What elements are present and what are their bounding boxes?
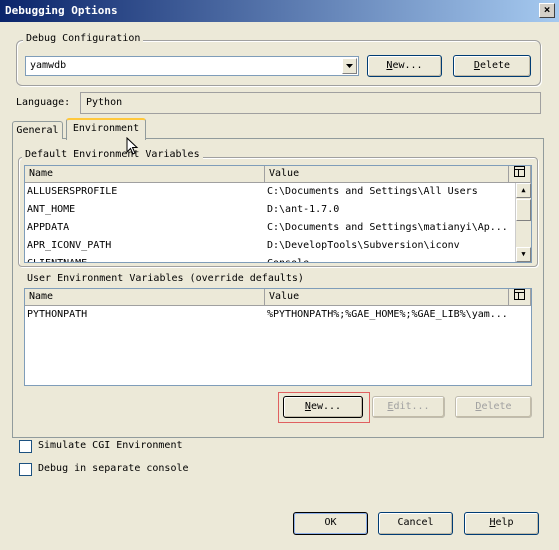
debug-configuration-legend: Debug Configuration <box>23 32 144 46</box>
edit-variable-button[interactable]: Edit... <box>372 396 445 418</box>
mouse-cursor-icon <box>126 136 140 157</box>
close-button[interactable]: × <box>539 3 555 18</box>
window-title: Debugging Options <box>5 4 118 17</box>
scroll-up-icon[interactable]: ▲ <box>516 183 531 198</box>
debug-configuration-value: yamwdb <box>30 60 67 71</box>
simulate-cgi-checkbox[interactable] <box>19 440 32 453</box>
cancel-button[interactable]: Cancel <box>378 512 453 535</box>
column-header-value[interactable]: Value <box>265 289 509 305</box>
scroll-down-icon[interactable]: ▼ <box>516 247 531 262</box>
column-header-name[interactable]: Name <box>25 166 265 182</box>
column-picker-icon[interactable] <box>509 289 531 305</box>
table-row[interactable]: PYTHONPATH %PYTHONPATH%;%GAE_HOME%;%GAE_… <box>27 306 527 324</box>
new-configuration-button[interactable]: New... <box>367 55 442 77</box>
separate-console-label[interactable]: Debug in separate console <box>38 462 189 476</box>
table-row[interactable]: ANT_HOME D:\ant-1.7.0 <box>27 201 507 219</box>
separate-console-checkbox[interactable] <box>19 463 32 476</box>
tab-general[interactable]: General <box>12 121 63 139</box>
new-variable-button[interactable]: New... <box>283 396 363 418</box>
user-env-header: Name Value <box>25 289 531 306</box>
language-value: Python <box>86 97 123 108</box>
default-env-legend: Default Environment Variables <box>22 148 203 162</box>
default-env-table[interactable]: Name Value ALLUSERSPROFILE C:\Documents … <box>24 165 532 263</box>
default-env-scrollbar[interactable]: ▲ ▼ <box>515 183 531 262</box>
language-label: Language: <box>16 97 71 108</box>
close-icon: × <box>543 3 551 16</box>
user-env-legend: User Environment Variables (override def… <box>27 273 304 284</box>
table-row[interactable]: CLIENTNAME Console <box>27 255 507 262</box>
language-field: Python <box>80 92 541 114</box>
simulate-cgi-label[interactable]: Simulate CGI Environment <box>38 439 183 453</box>
scroll-thumb[interactable] <box>516 199 531 221</box>
column-header-value[interactable]: Value <box>265 166 509 182</box>
user-env-table[interactable]: Name Value PYTHONPATH %PYTHONPATH%;%GAE_… <box>24 288 532 386</box>
ok-button[interactable]: OK <box>293 512 368 535</box>
delete-configuration-button[interactable]: Delete <box>453 55 531 77</box>
delete-variable-button[interactable]: Delete <box>455 396 532 418</box>
chevron-down-icon[interactable] <box>342 58 357 74</box>
table-row[interactable]: APPDATA C:\Documents and Settings\matian… <box>27 219 507 237</box>
debug-configuration-select[interactable]: yamwdb <box>25 56 359 76</box>
default-env-header: Name Value <box>25 166 531 183</box>
table-row[interactable]: APR_ICONV_PATH D:\DevelopTools\Subversio… <box>27 237 507 255</box>
column-header-name[interactable]: Name <box>25 289 265 305</box>
title-bar[interactable]: Debugging Options <box>0 0 559 22</box>
help-button[interactable]: Help <box>464 512 539 535</box>
column-picker-icon[interactable] <box>509 166 531 182</box>
table-row[interactable]: ALLUSERSPROFILE C:\Documents and Setting… <box>27 183 507 201</box>
